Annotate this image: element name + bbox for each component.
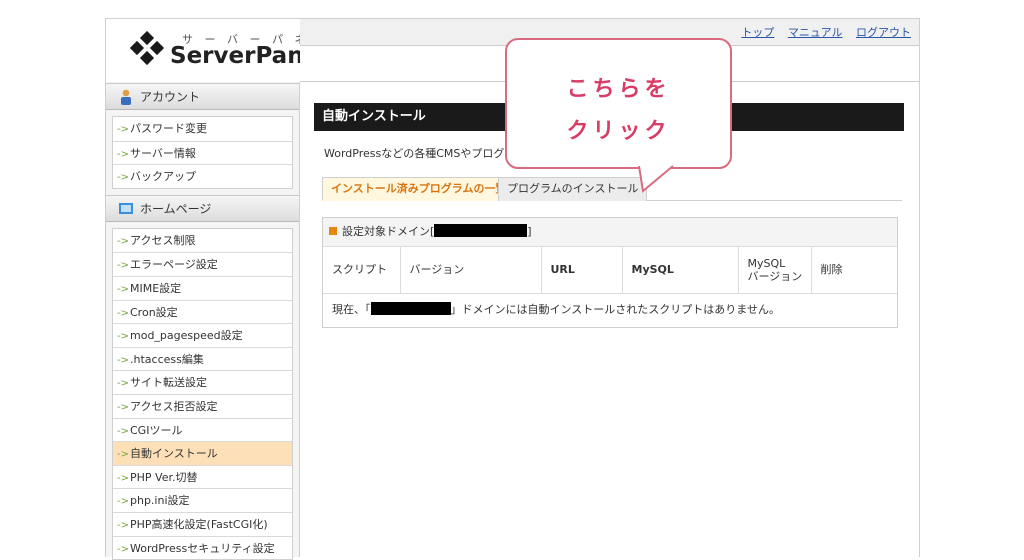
col-mysql: MySQL	[622, 247, 739, 294]
sidebar-item-mod-pagespeed[interactable]: ->mod_pagespeed設定	[113, 323, 292, 347]
arrow-icon: ->	[117, 472, 129, 484]
sidebar-item-php-fastcgi[interactable]: ->PHP高速化設定(FastCGI化)	[113, 511, 292, 536]
arrow-icon: ->	[117, 283, 129, 295]
target-domain-suffix: ]	[527, 225, 532, 238]
sidebar: アカウント ->パスワード変更 ->サーバー情報 ->バックアップ ホームページ…	[106, 82, 300, 560]
bullet-square-icon	[329, 227, 337, 235]
arrow-icon: ->	[117, 124, 129, 135]
col-mysql-version: MySQL バージョン	[738, 247, 812, 294]
page-description: WordPressなどの各種CMSやプログラ	[324, 147, 516, 160]
logo[interactable]: サ ー バ ー パ ネ ル ServerPanel	[106, 19, 328, 82]
homepage-section-header: ホームページ	[106, 194, 299, 222]
col-script: スクリプト	[323, 247, 401, 294]
sidebar-item-backup[interactable]: ->バックアップ	[113, 164, 292, 188]
arrow-icon: ->	[117, 401, 129, 413]
sidebar-item-label: バックアップ	[130, 170, 196, 184]
monitor-icon	[119, 202, 133, 214]
empty-suffix: 」ドメインには自動インストールされたスクリプトはありません。	[450, 303, 780, 317]
sidebar-item-label: MIME設定	[130, 281, 182, 295]
manual-link[interactable]: マニュアル	[788, 26, 843, 39]
sidebar-item-label: 自動インストール	[130, 447, 218, 461]
account-menu: ->パスワード変更 ->サーバー情報 ->バックアップ	[112, 116, 293, 189]
table-row: 現在、「 」ドメインには自動インストールされたスクリプトはありません。	[323, 293, 897, 325]
account-section-header: アカウント	[106, 83, 299, 110]
col-url: URL	[541, 247, 623, 294]
click-here-callout: こちらを クリック	[505, 38, 732, 169]
arrow-icon: ->	[117, 543, 129, 555]
sidebar-item-label: PHP Ver.切替	[130, 470, 198, 484]
sidebar-item-php-ini[interactable]: ->php.ini設定	[113, 488, 292, 512]
tab-bar: インストール済みプログラムの一覧 プログラムのインストール	[322, 177, 902, 201]
arrow-icon: ->	[117, 148, 129, 160]
sidebar-item-label: CGIツール	[130, 423, 183, 437]
arrow-icon: ->	[117, 331, 129, 343]
user-icon	[121, 89, 131, 105]
arrow-icon: ->	[117, 354, 129, 366]
sidebar-item-label: mod_pagespeed設定	[130, 329, 243, 343]
sidebar-item-label: アクセス制限	[130, 233, 196, 247]
sidebar-item-label: Cron設定	[130, 305, 178, 319]
installed-scripts-panel: 設定対象ドメイン[] スクリプト バージョン URL MySQL MySQL バ…	[322, 217, 898, 328]
sidebar-item-label: エラーページ設定	[130, 258, 218, 272]
arrow-icon: ->	[117, 235, 129, 247]
arrow-icon: ->	[117, 307, 129, 319]
sidebar-item-label: サイト転送設定	[130, 376, 207, 390]
redacted-domain	[370, 302, 451, 316]
callout-line-1: こちらを	[566, 77, 671, 102]
tab-install-program[interactable]: プログラムのインストール	[498, 177, 648, 201]
sidebar-item-label: php.ini設定	[130, 494, 190, 508]
account-section-title: アカウント	[140, 90, 201, 104]
col-delete: 削除	[811, 247, 897, 294]
arrow-icon: ->	[117, 260, 129, 272]
empty-message: 現在、「 」ドメインには自動インストールされたスクリプトはありません。	[323, 293, 897, 325]
top-links: トップ マニュアル ログアウト	[731, 24, 911, 40]
sidebar-item-cron[interactable]: ->Cron設定	[113, 299, 292, 324]
sidebar-item-mime[interactable]: ->MIME設定	[113, 275, 292, 300]
arrow-icon: ->	[117, 425, 129, 437]
sidebar-item-label: アクセス拒否設定	[130, 399, 218, 413]
sidebar-item-access-limit[interactable]: ->アクセス制限	[113, 229, 292, 253]
scripts-table: スクリプト バージョン URL MySQL MySQL バージョン 削除 現在、…	[323, 247, 897, 325]
col-version: バージョン	[400, 247, 542, 294]
sidebar-item-htaccess[interactable]: ->.htaccess編集	[113, 346, 292, 371]
sidebar-item-wp-security[interactable]: ->WordPressセキュリティ設定	[113, 535, 292, 560]
sidebar-item-access-deny[interactable]: ->アクセス拒否設定	[113, 393, 292, 418]
callout-pointer-icon	[638, 165, 674, 193]
sidebar-item-php-version[interactable]: ->PHP Ver.切替	[113, 464, 292, 489]
sidebar-item-cgi-tool[interactable]: ->CGIツール	[113, 417, 292, 442]
target-domain-prefix: 設定対象ドメイン[	[342, 225, 435, 238]
callout-line-2: クリック	[566, 119, 671, 144]
arrow-icon: ->	[117, 172, 129, 184]
arrow-icon: ->	[117, 449, 129, 461]
sidebar-item-server-info[interactable]: ->サーバー情報	[113, 140, 292, 165]
arrow-icon: ->	[117, 519, 129, 531]
sidebar-item-label: サーバー情報	[130, 146, 196, 160]
sidebar-item-site-redirect[interactable]: ->サイト転送設定	[113, 370, 292, 394]
target-domain-header: 設定対象ドメイン[]	[323, 218, 897, 247]
tab-installed-programs[interactable]: インストール済みプログラムの一覧	[322, 177, 516, 201]
logout-link[interactable]: ログアウト	[856, 26, 911, 39]
arrow-icon: ->	[117, 378, 129, 390]
logo-diamond-icon	[130, 31, 165, 66]
homepage-section-title: ホームページ	[140, 201, 212, 216]
top-link[interactable]: トップ	[741, 26, 774, 39]
sidebar-item-label: .htaccess編集	[130, 352, 204, 366]
sidebar-item-password[interactable]: ->パスワード変更	[113, 117, 292, 141]
sidebar-item-error-page[interactable]: ->エラーページ設定	[113, 252, 292, 276]
sidebar-item-label: パスワード変更	[130, 122, 207, 135]
homepage-menu: ->アクセス制限 ->エラーページ設定 ->MIME設定 ->Cron設定 ->…	[112, 227, 293, 560]
arrow-icon: ->	[117, 496, 129, 508]
sidebar-item-label: WordPressセキュリティ設定	[130, 541, 275, 555]
sidebar-item-label: PHP高速化設定(FastCGI化)	[130, 517, 268, 531]
empty-prefix: 現在、「	[332, 303, 371, 317]
sidebar-item-auto-install[interactable]: ->自動インストール	[113, 441, 292, 465]
table-header-row: スクリプト バージョン URL MySQL MySQL バージョン 削除	[323, 247, 897, 294]
redacted-domain	[434, 224, 528, 237]
